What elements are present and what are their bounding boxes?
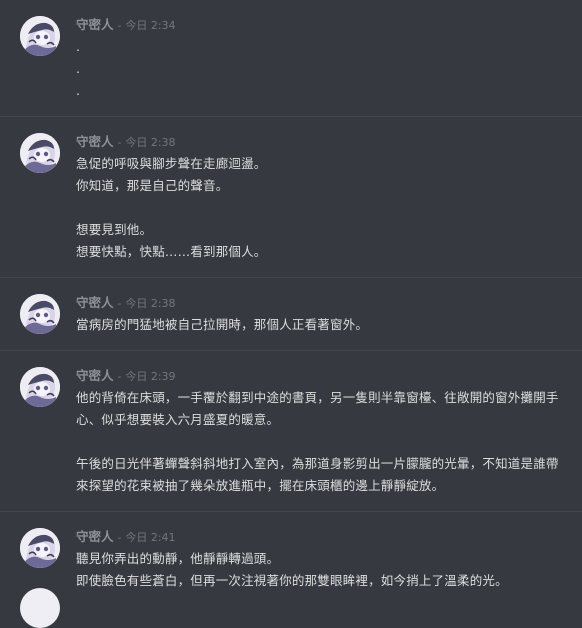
timestamp-separator: -: [117, 297, 122, 310]
message-group: 守密人 - 今日 2:39 他的背倚在床頭，一手覆於翻到中途的書頁，另一隻則半靠窗…: [0, 351, 582, 512]
message-body: ...: [76, 34, 564, 116]
avatar[interactable]: [20, 294, 60, 334]
timestamp: 今日 2:41: [125, 531, 176, 544]
message-header: 守密人 - 今日 2:34: [76, 0, 564, 34]
timestamp-separator: -: [117, 370, 122, 383]
message-line: 聽見你弄出的動靜，他靜靜轉過頭。: [76, 551, 280, 566]
chat-log[interactable]: 守密人 - 今日 2:34 ... 守密人 - 今日 2:38 急促的呼吸與腳步聲在…: [0, 0, 582, 593]
author-name[interactable]: 守密人: [76, 529, 114, 544]
character-portrait-icon: [20, 133, 60, 173]
message-line: 午後的日光伴著蟬聲斜斜地打入室內，為那道身影剪出一片朦朧的光暈，不知道是誰帶來探…: [76, 456, 559, 493]
character-portrait-icon: [20, 16, 60, 56]
timestamp: 今日 2:38: [125, 297, 176, 310]
message-body: 聽見你弄出的動靜，他靜靜轉過頭。即使臉色有些蒼白，但再一次注視著你的那雙眼眸裡，…: [76, 546, 564, 593]
message-body: 他的背倚在床頭，一手覆於翻到中途的書頁，另一隻則半靠窗檯、往敞開的窗外攤開手心、…: [76, 385, 564, 511]
avatar[interactable]: [20, 367, 60, 407]
message-line: .: [76, 39, 81, 54]
message-group: 守密人 - 今日 2:34 ...: [0, 0, 582, 117]
message-header: 守密人 - 今日 2:38: [76, 117, 564, 151]
message-group: 守密人 - 今日 2:38 當病房的門猛地被自己拉開時，那個人正看著窗外。: [0, 278, 582, 351]
message-line: 即使臉色有些蒼白，但再一次注視著你的那雙眼眸裡，如今捎上了溫柔的光。: [76, 573, 508, 588]
message-header: 守密人 - 今日 2:41: [76, 512, 564, 546]
timestamp: 今日 2:38: [125, 136, 176, 149]
message-line: 你知道，那是自己的聲音。: [76, 178, 229, 193]
author-name[interactable]: 守密人: [76, 368, 114, 383]
character-portrait-icon: [20, 294, 60, 334]
character-portrait-icon: [20, 528, 60, 568]
timestamp-separator: -: [117, 136, 122, 149]
avatar[interactable]: [20, 588, 60, 628]
message-line: 想要快點，快點……看到那個人。: [76, 244, 267, 259]
avatar[interactable]: [20, 16, 60, 56]
message-line: 他的背倚在床頭，一手覆於翻到中途的書頁，另一隻則半靠窗檯、往敞開的窗外攤開手心、…: [76, 390, 559, 427]
timestamp-separator: -: [117, 19, 122, 32]
timestamp: 今日 2:34: [125, 19, 176, 32]
message-header: 守密人 - 今日 2:38: [76, 278, 564, 312]
message-header: 守密人 - 今日 2:39: [76, 351, 564, 385]
author-name[interactable]: 守密人: [76, 17, 114, 32]
character-portrait-icon: [20, 367, 60, 407]
message-line: 當病房的門猛地被自己拉開時，那個人正看著窗外。: [76, 317, 369, 332]
avatar[interactable]: [20, 133, 60, 173]
author-name[interactable]: 守密人: [76, 134, 114, 149]
timestamp: 今日 2:39: [125, 370, 176, 383]
message-body: 當病房的門猛地被自己拉開時，那個人正看著窗外。: [76, 312, 564, 350]
avatar[interactable]: [20, 528, 60, 568]
message-line: 想要見到他。: [76, 222, 153, 237]
message-line: .: [76, 61, 81, 76]
message-group: 守密人 - 今日 2:38 急促的呼吸與腳步聲在走廊迴盪。 你知道，那是自己的聲音。…: [0, 117, 582, 278]
message-line: 急促的呼吸與腳步聲在走廊迴盪。: [76, 156, 267, 171]
message-line: .: [76, 83, 81, 98]
timestamp-separator: -: [117, 531, 122, 544]
message-group: 守密人 - 今日 2:41 聽見你弄出的動靜，他靜靜轉過頭。即使臉色有些蒼白，但再…: [0, 512, 582, 593]
message-body: 急促的呼吸與腳步聲在走廊迴盪。 你知道，那是自己的聲音。 想要見到他。想要快點，快點…: [76, 151, 564, 277]
author-name[interactable]: 守密人: [76, 295, 114, 310]
